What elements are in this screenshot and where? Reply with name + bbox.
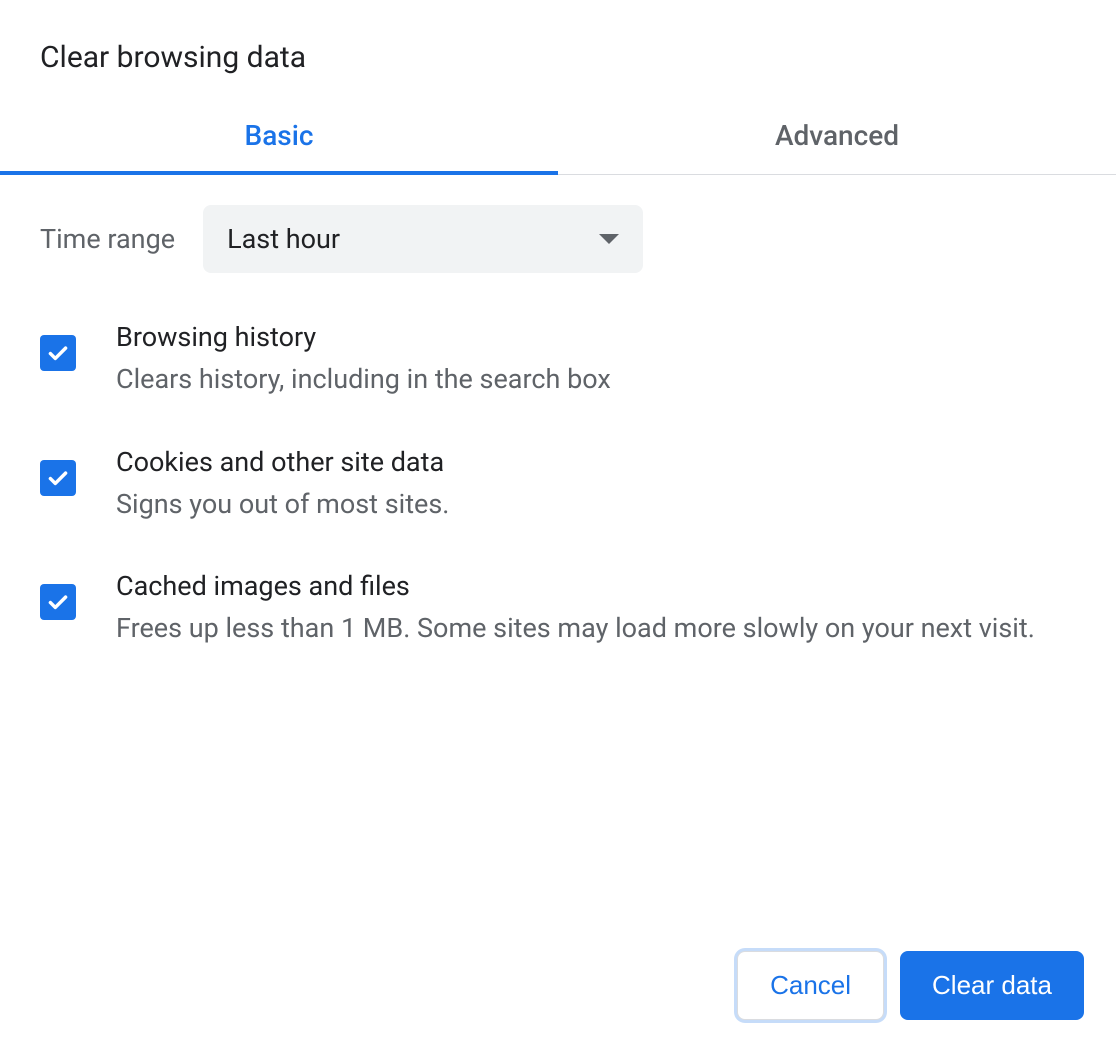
checkmark-icon [45, 465, 71, 491]
tab-advanced[interactable]: Advanced [558, 99, 1116, 174]
checkbox-browsing-history[interactable] [40, 335, 76, 371]
option-text: Cached images and files Frees up less th… [116, 570, 1076, 649]
dialog-title: Clear browsing data [0, 0, 1116, 99]
option-text: Cookies and other site data Signs you ou… [116, 446, 1076, 525]
dialog-content: Time range Last hour Browsing history Cl… [0, 175, 1116, 927]
time-range-value: Last hour [227, 223, 340, 255]
clear-browsing-data-dialog: Clear browsing data Basic Advanced Time … [0, 0, 1116, 1044]
option-description: Signs you out of most sites. [116, 484, 1076, 525]
clear-data-button[interactable]: Clear data [900, 951, 1084, 1020]
checkbox-cookies[interactable] [40, 460, 76, 496]
checkmark-icon [45, 589, 71, 615]
option-cached-images: Cached images and files Frees up less th… [40, 570, 1076, 649]
option-description: Clears history, including in the search … [116, 359, 1076, 400]
tab-basic[interactable]: Basic [0, 99, 558, 174]
option-cookies: Cookies and other site data Signs you ou… [40, 446, 1076, 525]
time-range-row: Time range Last hour [40, 205, 1076, 273]
checkmark-icon [45, 340, 71, 366]
time-range-label: Time range [40, 223, 175, 255]
cancel-button[interactable]: Cancel [737, 951, 884, 1020]
option-title: Cookies and other site data [116, 446, 1076, 478]
option-title: Cached images and files [116, 570, 1076, 602]
checkbox-cached-images[interactable] [40, 584, 76, 620]
dialog-footer: Cancel Clear data [0, 927, 1116, 1044]
option-browsing-history: Browsing history Clears history, includi… [40, 321, 1076, 400]
time-range-select[interactable]: Last hour [203, 205, 643, 273]
dropdown-arrow-icon [599, 234, 619, 244]
option-title: Browsing history [116, 321, 1076, 353]
option-description: Frees up less than 1 MB. Some sites may … [116, 608, 1076, 649]
tabs: Basic Advanced [0, 99, 1116, 175]
option-text: Browsing history Clears history, includi… [116, 321, 1076, 400]
